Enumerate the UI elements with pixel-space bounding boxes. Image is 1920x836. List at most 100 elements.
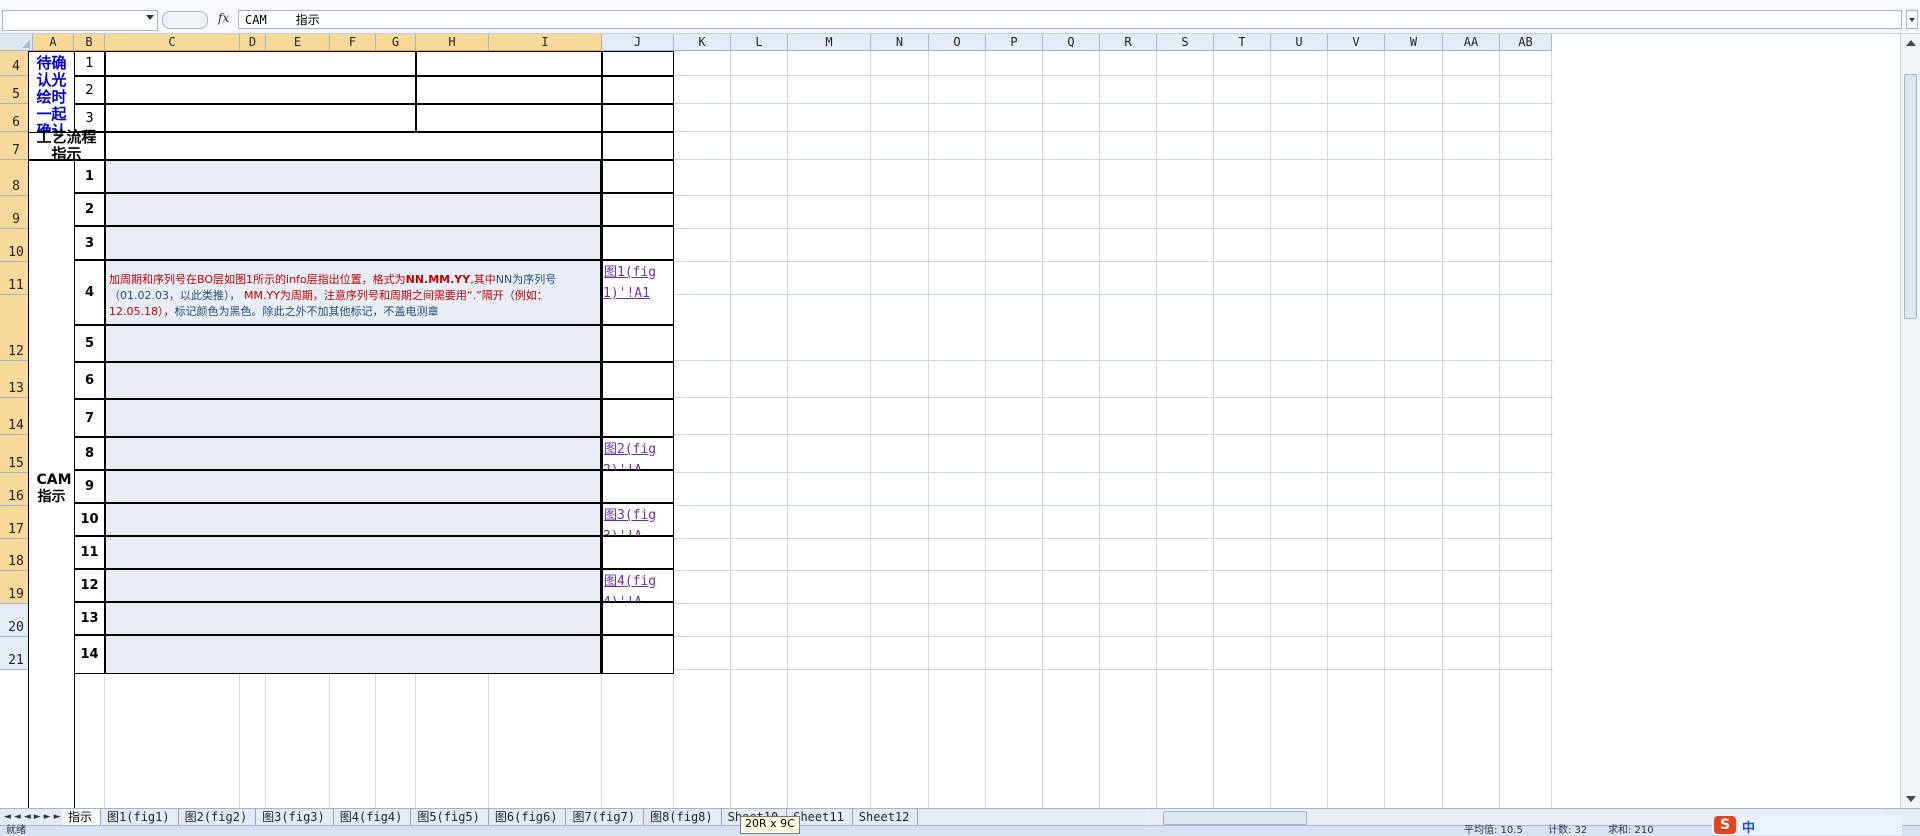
column-header-g[interactable]: G: [376, 34, 416, 51]
cam-instruction-cell[interactable]: 加周期和序列号在BO层如图1所示的info层指出位置，格式为NN.MM.YY,其…: [105, 260, 602, 325]
cam-item-j-cell[interactable]: [602, 470, 674, 503]
confirm-item-j[interactable]: [602, 104, 674, 132]
confirm-item-j[interactable]: [602, 51, 674, 76]
cam-item-cell[interactable]: [105, 399, 602, 437]
confirm-item-note[interactable]: [416, 76, 602, 104]
cam-item-j-cell[interactable]: 图1(fig1)'!A1: [602, 260, 674, 325]
cam-item-number[interactable]: 10: [74, 503, 105, 536]
sheet-tab-4[interactable]: 图3(fig3): [256, 809, 334, 825]
sheet-tab-12[interactable]: Sheet12: [852, 809, 919, 825]
column-header-u[interactable]: U: [1271, 34, 1328, 51]
confirm-item-note[interactable]: [416, 104, 602, 132]
column-header-e[interactable]: E: [266, 34, 330, 51]
column-header-o[interactable]: O: [929, 34, 986, 51]
cam-item-j-cell[interactable]: [602, 362, 674, 399]
cam-item-j-cell[interactable]: [602, 635, 674, 674]
formula-cancel-enter-icon[interactable]: [162, 11, 208, 29]
cam-item-number[interactable]: 1: [74, 160, 105, 193]
cam-item-cell[interactable]: [105, 569, 602, 602]
cam-item-cell[interactable]: [105, 325, 602, 362]
column-header-j[interactable]: J: [602, 34, 674, 51]
confirm-item-cell[interactable]: [105, 104, 416, 132]
cam-item-j-cell[interactable]: [602, 399, 674, 437]
column-header-p[interactable]: P: [986, 34, 1043, 51]
process-content-cell[interactable]: [105, 132, 602, 160]
column-header-i[interactable]: I: [489, 34, 602, 51]
sheet-tab-7[interactable]: 图6(fig6): [488, 809, 567, 825]
cam-item-number[interactable]: 7: [74, 399, 105, 437]
ime-toolbar[interactable]: S 中: [1712, 815, 1902, 836]
cam-item-cell[interactable]: [105, 362, 602, 399]
confirm-item-cell[interactable]: [105, 51, 416, 76]
cam-item-number[interactable]: 14: [74, 635, 105, 674]
confirm-item-number[interactable]: 2: [74, 76, 105, 104]
cam-item-number[interactable]: 3: [74, 226, 105, 260]
vertical-scrollbar[interactable]: [1900, 34, 1920, 808]
column-header-r[interactable]: R: [1100, 34, 1157, 51]
column-header-h[interactable]: H: [416, 34, 489, 51]
column-header-k[interactable]: K: [674, 34, 731, 51]
cam-item-cell[interactable]: [105, 503, 602, 536]
fig1-link[interactable]: 图1(fig1)'!A1: [603, 265, 656, 301]
sheet-tab-3[interactable]: 图2(fig2): [178, 809, 257, 825]
sheet-tab-9[interactable]: 图8(fig8): [644, 809, 722, 825]
column-header-a[interactable]: A: [33, 34, 74, 51]
cam-item-cell[interactable]: [105, 160, 602, 193]
confirm-item-note[interactable]: [416, 51, 602, 76]
column-header-m[interactable]: M: [788, 34, 871, 51]
expand-formula-bar-button[interactable]: [1906, 10, 1918, 29]
process-label-cell[interactable]: 工艺流程指示: [28, 129, 105, 163]
column-header-d[interactable]: D: [240, 34, 266, 51]
name-box[interactable]: [2, 10, 158, 31]
sogou-logo-icon[interactable]: S: [1714, 816, 1736, 834]
cam-item-j-cell[interactable]: [602, 536, 674, 569]
sheet-tab-8[interactable]: 图7(fig7): [566, 809, 645, 825]
chevron-down-icon[interactable]: [146, 15, 154, 20]
cam-item-number[interactable]: 11: [74, 536, 105, 569]
cam-item-number[interactable]: 12: [74, 569, 105, 602]
column-header-q[interactable]: Q: [1043, 34, 1100, 51]
sheet-tab-2[interactable]: 图1(fig1): [101, 809, 179, 825]
select-all-corner[interactable]: [0, 34, 33, 51]
formula-input[interactable]: CAM 指示: [238, 10, 1902, 29]
column-header-n[interactable]: N: [871, 34, 929, 51]
column-header-ab[interactable]: AB: [1500, 34, 1552, 51]
column-header-s[interactable]: S: [1157, 34, 1214, 51]
sheet-tab-5[interactable]: 图4(fig4): [333, 809, 412, 825]
cam-item-cell[interactable]: [105, 635, 602, 674]
column-header-t[interactable]: T: [1214, 34, 1271, 51]
cam-item-cell[interactable]: [105, 226, 602, 260]
cam-item-j-cell[interactable]: 图4(fig4)'!A: [602, 569, 674, 610]
column-header-w[interactable]: W: [1385, 34, 1443, 51]
worksheet-grid[interactable]: A B C D E F G H I J K L M N O P Q R S T U V W AA AB 4 5 6 7 8 9 10 11 12 1…: [0, 34, 1900, 808]
cam-item-cell[interactable]: [105, 470, 602, 503]
confirm-item-cell[interactable]: [105, 76, 416, 104]
scroll-down-icon[interactable]: [1906, 796, 1916, 802]
cam-item-cell[interactable]: [105, 437, 602, 470]
cam-item-number[interactable]: 6: [74, 362, 105, 399]
cam-item-number[interactable]: 5: [74, 325, 105, 362]
cam-item-j-cell[interactable]: [602, 325, 674, 362]
sheet-tab-6[interactable]: 图5(fig5): [411, 809, 489, 825]
column-header-aa[interactable]: AA: [1443, 34, 1500, 51]
cam-item-cell[interactable]: [105, 536, 602, 569]
cam-item-number[interactable]: 2: [74, 193, 105, 226]
column-header-f[interactable]: F: [330, 34, 376, 51]
fx-icon[interactable]: fx: [218, 11, 229, 25]
process-j-cell[interactable]: [602, 132, 674, 160]
column-header-b[interactable]: B: [74, 34, 105, 51]
column-header-l[interactable]: L: [731, 34, 788, 51]
cam-item-j-cell[interactable]: [602, 160, 674, 193]
ime-language[interactable]: 中: [1742, 817, 1755, 836]
cam-item-j-cell[interactable]: [602, 602, 674, 635]
column-header-v[interactable]: V: [1328, 34, 1385, 51]
scroll-up-icon[interactable]: [1906, 40, 1916, 46]
confirm-item-number[interactable]: 1: [74, 51, 105, 76]
cam-item-number[interactable]: 4: [74, 260, 105, 325]
confirm-item-j[interactable]: [602, 76, 674, 104]
column-header-c[interactable]: C: [105, 34, 240, 51]
cam-item-j-cell[interactable]: 图2(fig2)'!A: [602, 437, 674, 478]
cam-item-j-cell[interactable]: 图3(fig3)'!A: [602, 503, 674, 544]
cam-item-j-cell[interactable]: [602, 226, 674, 260]
cam-item-number[interactable]: 9: [74, 470, 105, 503]
